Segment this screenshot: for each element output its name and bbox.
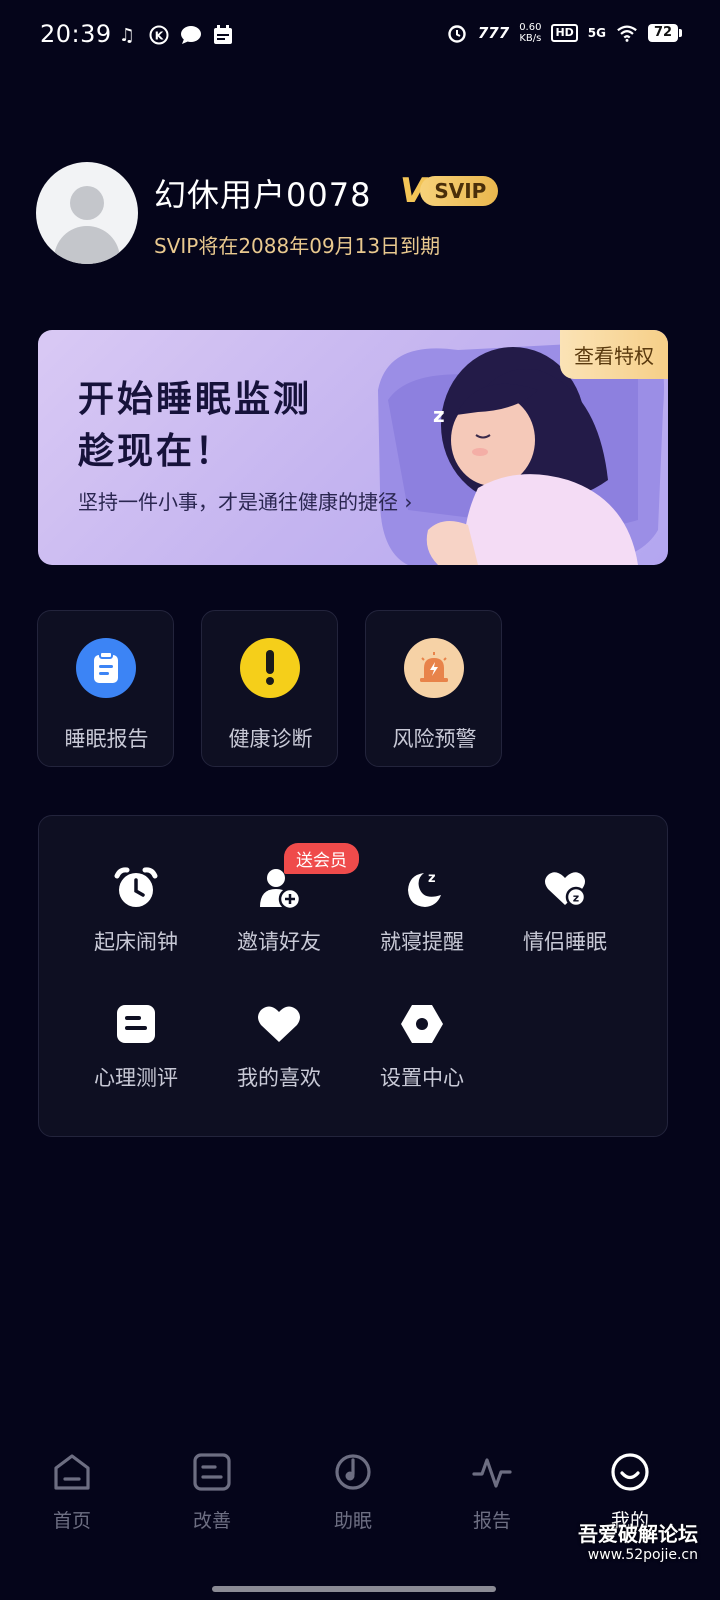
net-speed-unit: KB/s bbox=[519, 33, 542, 44]
banner-title: 开始睡眠监测 趁现在！ bbox=[78, 374, 312, 478]
notification-icons: ♫ K bbox=[116, 24, 234, 46]
k-app-icon: K bbox=[148, 24, 170, 46]
status-bar: 20:39 ♫ K 777 0.60 KB/s HD 5G 72 bbox=[0, 0, 720, 74]
watermark-url: www.52pojie.cn bbox=[587, 1547, 698, 1563]
watermark-title: 吾爱破解论坛 bbox=[578, 1522, 698, 1546]
screen: 20:39 ♫ K 777 0.60 KB/s HD 5G 72 幻休用户007… bbox=[0, 0, 720, 1600]
psych-test-item[interactable]: 心理测评 bbox=[64, 1000, 208, 1110]
battery-indicator: 72 bbox=[648, 24, 682, 42]
alarm-icon bbox=[446, 22, 468, 44]
home-indicator[interactable] bbox=[212, 1586, 496, 1592]
nav-improve-label: 改善 bbox=[192, 1510, 231, 1532]
svip-badge[interactable]: V SVIP bbox=[400, 173, 499, 209]
nav-report-label: 报告 bbox=[472, 1510, 511, 1532]
svg-text:K: K bbox=[155, 30, 164, 43]
couple-sleep-item[interactable]: z 情侣睡眠 bbox=[493, 864, 637, 974]
siren-icon bbox=[404, 638, 464, 698]
document-icon bbox=[112, 1000, 160, 1048]
risk-warning-card[interactable]: 风险预警 bbox=[365, 610, 502, 767]
improve-icon bbox=[192, 1452, 232, 1492]
nav-home-label: 首页 bbox=[52, 1510, 91, 1532]
banner-title-line2: 趁现在！ bbox=[78, 431, 235, 472]
system-icons: 777 0.60 KB/s HD 5G 72 bbox=[446, 22, 682, 44]
my-favorites-item[interactable]: 我的喜欢 bbox=[207, 1000, 351, 1110]
membership-expiry: SVIP将在2088年09月13日到期 bbox=[154, 234, 441, 258]
health-diagnosis-card[interactable]: 健康诊断 bbox=[201, 610, 338, 767]
watermark: 吾爱破解论坛 www.52pojie.cn bbox=[578, 1518, 698, 1563]
nav-improve[interactable]: 改善 bbox=[142, 1452, 282, 1542]
risk-warning-label: 风险预警 bbox=[392, 727, 477, 751]
invite-friends-label: 邀请好友 bbox=[237, 930, 321, 954]
settings-center-label: 设置中心 bbox=[380, 1066, 464, 1090]
net-speed: 0.60 KB/s bbox=[519, 22, 541, 44]
net-speed-value: 0.60 bbox=[519, 22, 542, 33]
hex-gear-icon bbox=[398, 1000, 446, 1048]
svip-label: SVIP bbox=[420, 176, 499, 206]
svg-text:z: z bbox=[428, 871, 436, 886]
hd-icon: HD bbox=[551, 24, 578, 42]
user-name[interactable]: 幻休用户0078 bbox=[154, 170, 371, 216]
sleep-aid-icon bbox=[333, 1452, 373, 1492]
pulse-icon bbox=[472, 1452, 512, 1492]
status-time: 20:39 bbox=[40, 20, 112, 48]
nfc-label: 777 bbox=[477, 24, 510, 42]
svg-text:z: z bbox=[433, 403, 445, 427]
avatar[interactable] bbox=[36, 162, 138, 264]
sleep-report-label: 睡眠报告 bbox=[64, 727, 149, 751]
nav-home[interactable]: 首页 bbox=[2, 1452, 142, 1542]
bedtime-reminder-item[interactable]: z 就寝提醒 bbox=[350, 864, 494, 974]
nav-report[interactable]: 报告 bbox=[422, 1452, 562, 1542]
wake-alarm-item[interactable]: 起床闹钟 bbox=[64, 864, 208, 974]
my-favorites-label: 我的喜欢 bbox=[237, 1066, 321, 1090]
avatar-body bbox=[54, 226, 120, 264]
calendar-icon bbox=[212, 24, 234, 46]
smile-icon bbox=[610, 1452, 650, 1492]
sleep-monitor-banner[interactable]: z 开始睡眠监测 趁现在！ 坚持一件小事，才是通往健康的捷径 › 查看特权 bbox=[38, 330, 668, 565]
moon-zz-icon: z bbox=[398, 864, 446, 912]
send-membership-tag: 送会员 bbox=[284, 843, 359, 874]
sleep-report-card[interactable]: 睡眠报告 bbox=[37, 610, 174, 767]
banner-subtitle[interactable]: 坚持一件小事，才是通往健康的捷径 › bbox=[78, 486, 412, 515]
avatar-head bbox=[70, 186, 104, 220]
couple-sleep-label: 情侣睡眠 bbox=[523, 930, 607, 954]
heart-icon bbox=[255, 1000, 303, 1048]
exclamation-icon bbox=[240, 638, 300, 698]
wifi-icon bbox=[616, 22, 638, 44]
bedtime-reminder-label: 就寝提醒 bbox=[380, 930, 464, 954]
nav-sleep-aid[interactable]: 助眠 bbox=[283, 1452, 423, 1542]
health-diagnosis-label: 健康诊断 bbox=[228, 727, 313, 751]
svg-text:z: z bbox=[573, 892, 579, 905]
home-icon bbox=[52, 1452, 92, 1492]
signal-5g-icon: 5G bbox=[587, 26, 606, 40]
heart-zz-icon: z bbox=[541, 864, 589, 912]
invite-friends-item[interactable]: 邀请好友 bbox=[207, 864, 351, 974]
settings-center-item[interactable]: 设置中心 bbox=[350, 1000, 494, 1110]
clipboard-icon bbox=[76, 638, 136, 698]
alarm-clock-icon bbox=[112, 864, 160, 912]
wake-alarm-label: 起床闹钟 bbox=[94, 930, 178, 954]
banner-title-line1: 开始睡眠监测 bbox=[78, 379, 313, 420]
psych-test-label: 心理测评 bbox=[94, 1066, 178, 1090]
view-privileges-button[interactable]: 查看特权 bbox=[560, 330, 668, 379]
nav-sleep-aid-label: 助眠 bbox=[333, 1510, 372, 1532]
music-note-icon: ♫ bbox=[118, 24, 136, 46]
chat-bubble-icon bbox=[180, 24, 202, 46]
